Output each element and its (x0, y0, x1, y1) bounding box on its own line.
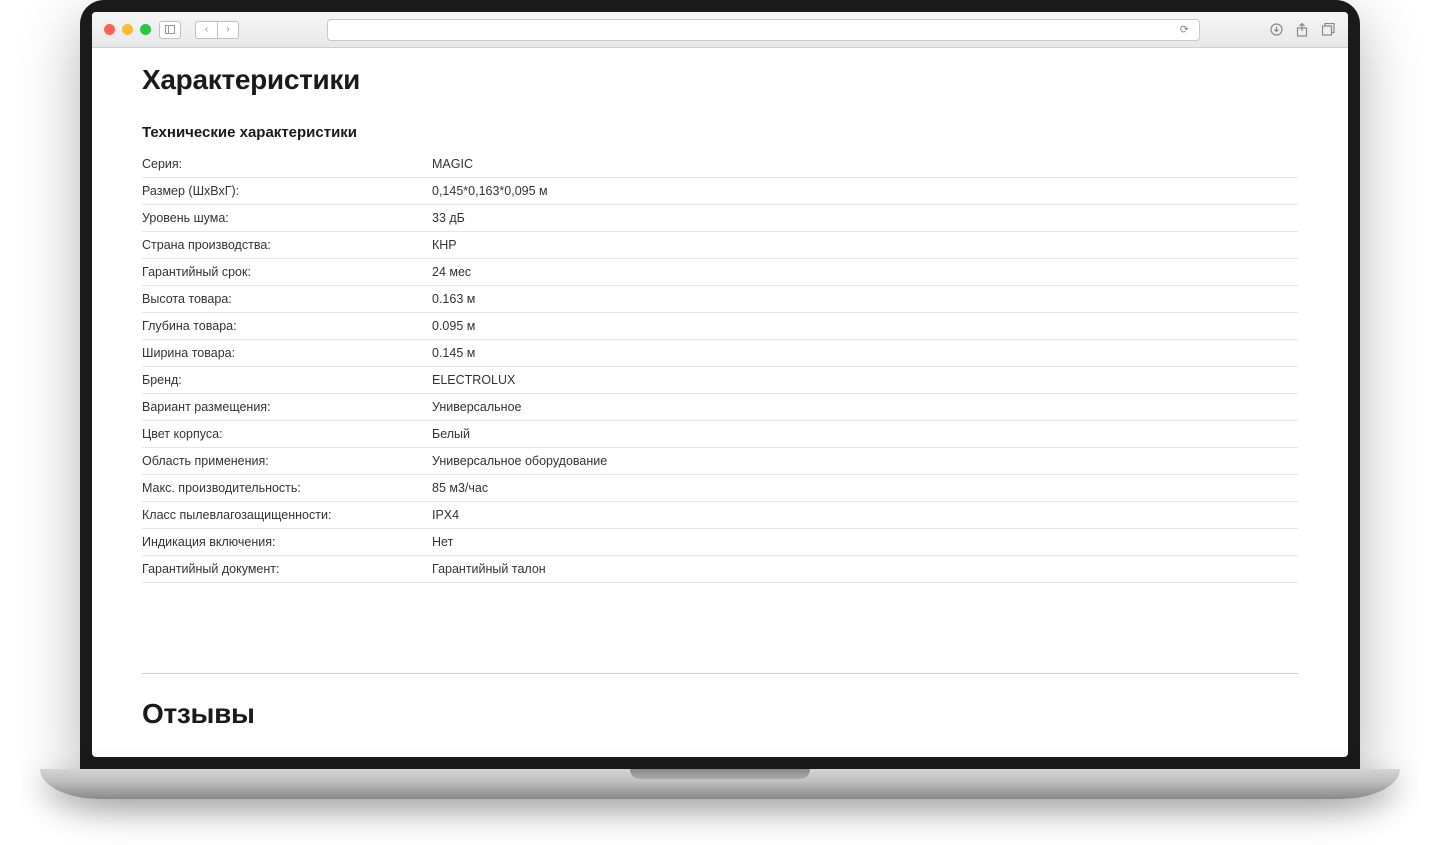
window-controls (104, 24, 151, 35)
spec-label: Серия: (142, 157, 432, 171)
laptop-base (40, 769, 1400, 799)
spec-value: 0.145 м (432, 346, 1298, 360)
spec-label: Гарантийный срок: (142, 265, 432, 279)
screen-bezel: ‹ › ⟳ (80, 0, 1360, 769)
spec-value: 0.163 м (432, 292, 1298, 306)
table-row: Макс. производительность:85 м3/час (142, 475, 1298, 502)
table-row: Гарантийный документ:Гарантийный талон (142, 556, 1298, 583)
spec-value: 0,145*0,163*0,095 м (432, 184, 1298, 198)
downloads-button[interactable] (1268, 22, 1284, 38)
table-row: Уровень шума:33 дБ (142, 205, 1298, 232)
spec-value: 33 дБ (432, 211, 1298, 225)
spec-label: Страна производства: (142, 238, 432, 252)
table-row: Размер (ШхВхГ):0,145*0,163*0,095 м (142, 178, 1298, 205)
spec-label: Индикация включения: (142, 535, 432, 549)
section-divider (142, 673, 1298, 674)
browser-toolbar: ‹ › ⟳ (92, 12, 1348, 48)
spec-value: MAGIC (432, 157, 1298, 171)
spec-value: КНР (432, 238, 1298, 252)
maximize-window-button[interactable] (140, 24, 151, 35)
characteristics-heading: Характеристики (142, 64, 1298, 96)
screen: ‹ › ⟳ (92, 12, 1348, 757)
specs-table: Серия:MAGIC Размер (ШхВхГ):0,145*0,163*0… (142, 151, 1298, 583)
spec-label: Высота товара: (142, 292, 432, 306)
share-button[interactable] (1294, 22, 1310, 38)
chevron-left-icon: ‹ (205, 24, 208, 35)
toolbar-right (1268, 22, 1336, 38)
spec-value: 0.095 м (432, 319, 1298, 333)
spec-value: Нет (432, 535, 1298, 549)
minimize-window-button[interactable] (122, 24, 133, 35)
sidebar-toggle-button[interactable] (159, 21, 181, 39)
table-row: Гарантийный срок:24 мес (142, 259, 1298, 286)
reviews-heading: Отзывы (142, 698, 1298, 730)
back-button[interactable]: ‹ (195, 21, 217, 39)
spec-label: Уровень шума: (142, 211, 432, 225)
spec-value: IPX4 (432, 508, 1298, 522)
spec-label: Класс пылевлагозащищенности: (142, 508, 432, 522)
spec-label: Бренд: (142, 373, 432, 387)
address-bar[interactable]: ⟳ (327, 19, 1200, 41)
spec-label: Гарантийный документ: (142, 562, 432, 576)
forward-button[interactable]: › (217, 21, 239, 39)
table-row: Область применения:Универсальное оборудо… (142, 448, 1298, 475)
table-row: Страна производства:КНР (142, 232, 1298, 259)
spec-label: Размер (ШхВхГ): (142, 184, 432, 198)
spec-label: Макс. производительность: (142, 481, 432, 495)
table-row: Ширина товара:0.145 м (142, 340, 1298, 367)
table-row: Индикация включения:Нет (142, 529, 1298, 556)
table-row: Вариант размещения:Универсальное (142, 394, 1298, 421)
spec-value: Гарантийный талон (432, 562, 1298, 576)
page-content: Характеристики Технические характеристик… (92, 48, 1348, 757)
spec-label: Ширина товара: (142, 346, 432, 360)
table-row: Класс пылевлагозащищенности:IPX4 (142, 502, 1298, 529)
close-window-button[interactable] (104, 24, 115, 35)
tabs-button[interactable] (1320, 22, 1336, 38)
table-row: Серия:MAGIC (142, 151, 1298, 178)
spec-value: Универсальное (432, 400, 1298, 414)
laptop-frame: ‹ › ⟳ (80, 0, 1360, 799)
spec-label: Глубина товара: (142, 319, 432, 333)
spec-value: Универсальное оборудование (432, 454, 1298, 468)
spec-label: Цвет корпуса: (142, 427, 432, 441)
spec-label: Вариант размещения: (142, 400, 432, 414)
chevron-right-icon: › (226, 24, 229, 35)
spec-value: 24 мес (432, 265, 1298, 279)
table-row: Цвет корпуса:Белый (142, 421, 1298, 448)
spec-label: Область применения: (142, 454, 432, 468)
table-row: Высота товара:0.163 м (142, 286, 1298, 313)
table-row: Глубина товара:0.095 м (142, 313, 1298, 340)
table-row: Бренд:ELECTROLUX (142, 367, 1298, 394)
spec-value: ELECTROLUX (432, 373, 1298, 387)
refresh-icon[interactable]: ⟳ (1180, 23, 1189, 36)
spec-value: 85 м3/час (432, 481, 1298, 495)
tech-specs-subheading: Технические характеристики (142, 124, 1298, 141)
spec-value: Белый (432, 427, 1298, 441)
nav-buttons: ‹ › (195, 21, 239, 39)
